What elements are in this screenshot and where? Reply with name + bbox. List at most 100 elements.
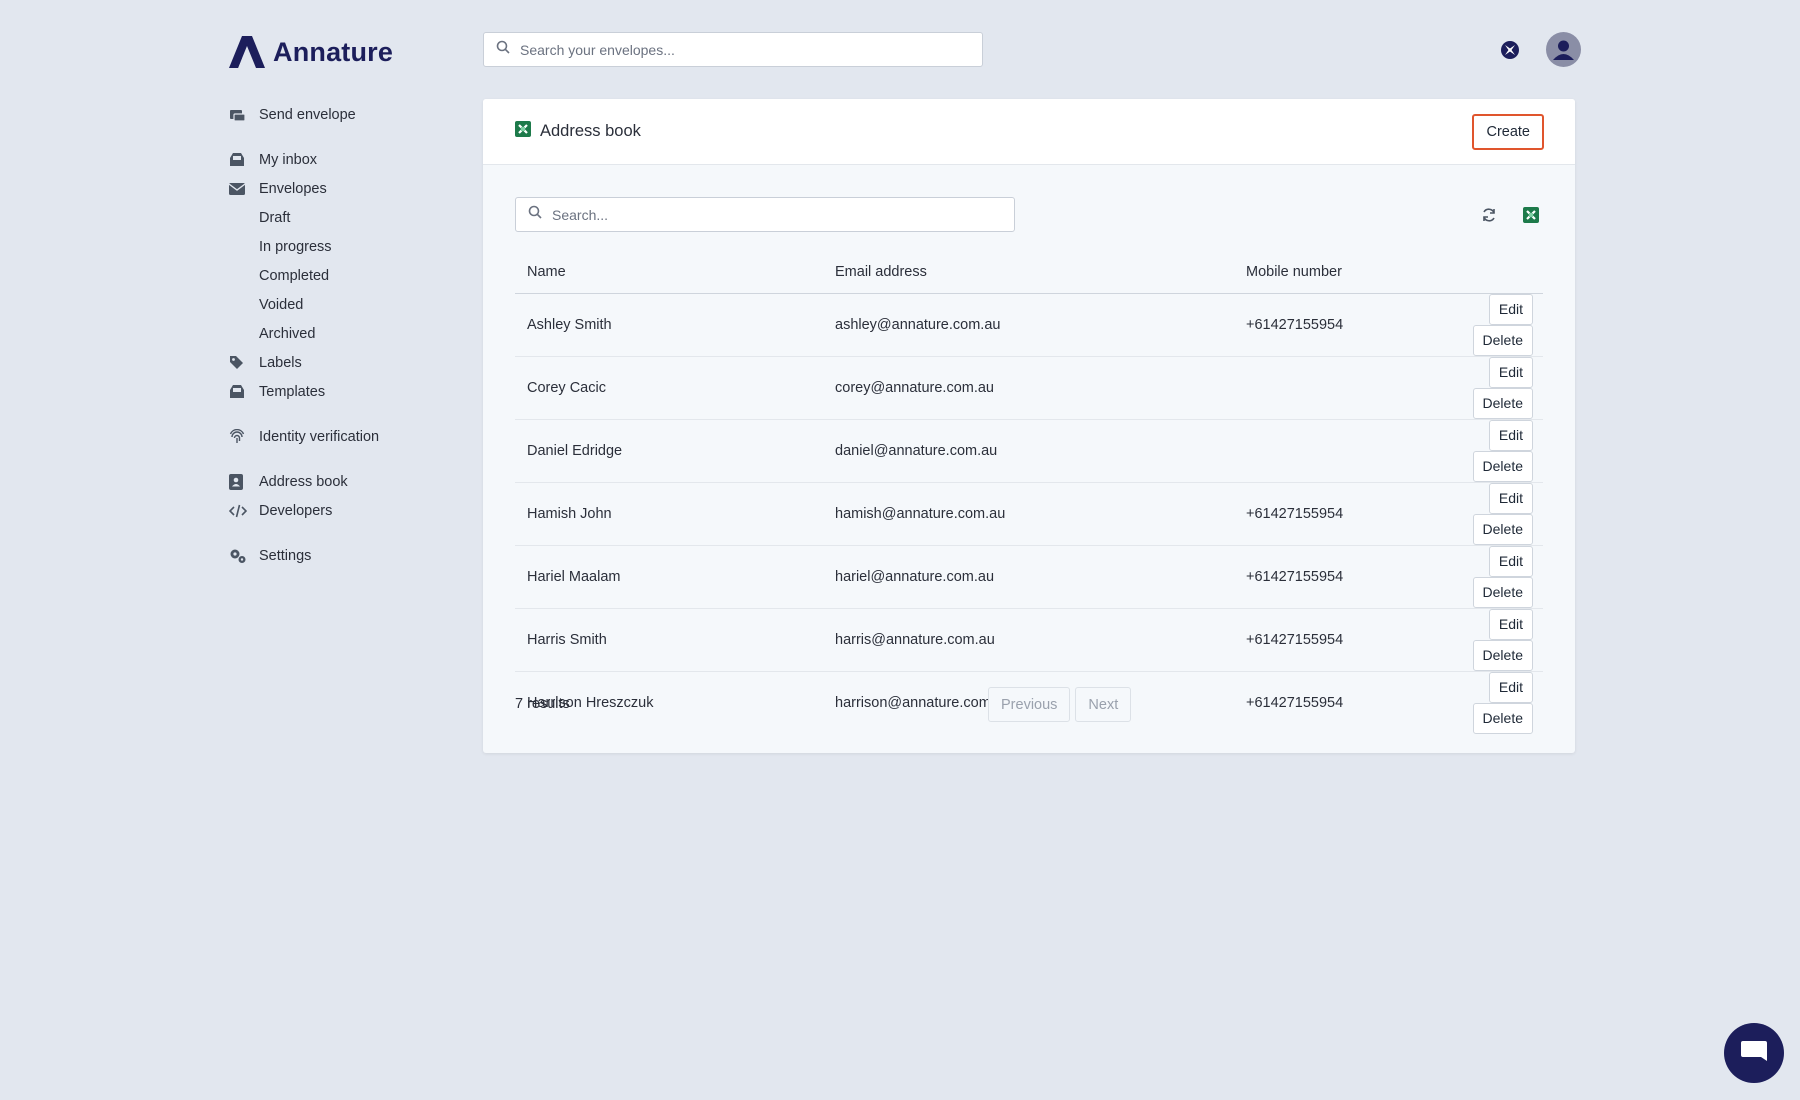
sidebar-item-label: Voided — [259, 296, 304, 313]
page-title-text: Address book — [540, 122, 641, 140]
sidebar-item-draft[interactable]: Draft — [229, 203, 459, 232]
sidebar-item-send-envelope[interactable]: Send envelope — [229, 100, 459, 129]
contact-mobile: +61427155954 — [1234, 608, 1413, 672]
contact-mobile — [1234, 356, 1413, 420]
sidebar-item-my-inbox[interactable]: My inbox — [229, 145, 459, 174]
contact-mobile: +61427155954 — [1234, 545, 1413, 609]
row-actions: EditDelete — [1413, 419, 1543, 483]
sidebar-item-label: Send envelope — [259, 106, 356, 123]
edit-button[interactable]: Edit — [1488, 545, 1533, 577]
delete-button[interactable]: Delete — [1472, 513, 1533, 545]
table-row: Corey Cacic corey@annature.com.au EditDele… — [515, 356, 1543, 420]
send-envelope-icon — [229, 107, 259, 122]
address-search-input[interactable] — [552, 206, 1014, 223]
contact-mobile — [1234, 419, 1413, 483]
sidebar-item-label: Completed — [259, 267, 330, 284]
sidebar-item-address-book[interactable]: Address book — [229, 467, 459, 496]
sidebar-item-label: Identity verification — [259, 428, 380, 445]
templates-icon — [229, 384, 259, 399]
table-row: Hamish John hamish@annature.com.au +614271… — [515, 482, 1543, 546]
sidebar-item-label: Archived — [259, 325, 316, 342]
table-row: Ashley Smith ashley@annature.com.au +61427… — [515, 293, 1543, 357]
contact-name: Hamish John — [515, 482, 823, 546]
row-actions: EditDelete — [1413, 608, 1543, 672]
column-header-actions — [1413, 252, 1543, 294]
sidebar-item-in-progress[interactable]: In progress — [229, 232, 459, 261]
address-search[interactable] — [515, 197, 1015, 232]
sidebar-item-archived[interactable]: Archived — [229, 319, 459, 348]
excel-icon — [515, 121, 531, 142]
avatar[interactable] — [1546, 32, 1581, 67]
contact-name: Ashley Smith — [515, 293, 823, 357]
delete-button[interactable]: Delete — [1472, 324, 1533, 356]
compass-icon[interactable] — [1498, 38, 1522, 62]
refresh-icon[interactable] — [1477, 203, 1501, 227]
row-actions: EditDelete — [1413, 482, 1543, 546]
inbox-icon — [229, 152, 259, 167]
edit-button[interactable]: Edit — [1488, 482, 1533, 514]
table-footer: 7 results Previous Next — [515, 687, 1543, 722]
delete-button[interactable]: Delete — [1472, 387, 1533, 419]
contact-email: hariel@annature.com.au — [823, 545, 1234, 609]
delete-button[interactable]: Delete — [1472, 450, 1533, 482]
edit-button[interactable]: Edit — [1488, 293, 1533, 325]
search-icon — [528, 205, 542, 224]
edit-button[interactable]: Edit — [1488, 356, 1533, 388]
contact-name: Daniel Edridge — [515, 419, 823, 483]
table-body: Ashley Smith ashley@annature.com.au +61427… — [515, 293, 1543, 734]
sidebar-item-templates[interactable]: Templates — [229, 377, 459, 406]
envelope-search[interactable] — [483, 32, 983, 67]
chat-button[interactable] — [1724, 1023, 1784, 1083]
sidebar-item-voided[interactable]: Voided — [229, 290, 459, 319]
results-count: 7 results — [515, 696, 570, 712]
row-actions: EditDelete — [1413, 545, 1543, 609]
contact-email: corey@annature.com.au — [823, 356, 1234, 420]
column-header-name[interactable]: Name — [515, 252, 823, 294]
fingerprint-icon — [229, 428, 259, 445]
annature-logo-icon — [229, 36, 265, 68]
delete-button[interactable]: Delete — [1472, 576, 1533, 608]
excel-export-icon[interactable] — [1519, 203, 1543, 227]
envelope-search-input[interactable] — [520, 41, 982, 58]
sidebar-item-envelopes[interactable]: Envelopes — [229, 174, 459, 203]
edit-button[interactable]: Edit — [1488, 608, 1533, 640]
sidebar-item-label: Labels — [259, 354, 302, 371]
table-row: Daniel Edridge daniel@annature.com.au Edit… — [515, 419, 1543, 483]
toolbar-icons — [1477, 203, 1543, 227]
sidebar-item-label: Settings — [259, 547, 312, 564]
top-right-actions — [1498, 32, 1581, 67]
logo[interactable]: Annature — [229, 36, 393, 68]
create-button[interactable]: Create — [1472, 113, 1544, 150]
column-header-mobile[interactable]: Mobile number — [1234, 252, 1413, 294]
sidebar-item-label: Draft — [259, 209, 291, 226]
edit-button[interactable]: Edit — [1488, 419, 1533, 451]
tag-icon — [229, 355, 259, 370]
table-row: Harris Smith harris@annature.com.au +61427… — [515, 608, 1543, 672]
sidebar-item-identity-verification[interactable]: Identity verification — [229, 422, 459, 451]
address-book-icon — [229, 473, 259, 490]
sidebar-item-label: Templates — [259, 383, 326, 400]
sidebar-item-settings[interactable]: Settings — [229, 541, 459, 570]
sidebar-item-completed[interactable]: Completed — [229, 261, 459, 290]
table-header-row: Name Email address Mobile number — [515, 252, 1543, 294]
previous-button[interactable]: Previous — [988, 687, 1071, 722]
sidebar: Send envelope My inbox Envelopes Draft I… — [229, 100, 459, 570]
row-actions: EditDelete — [1413, 356, 1543, 420]
contact-email: harris@annature.com.au — [823, 608, 1234, 672]
table-row: Hariel Maalam hariel@annature.com.au +6142… — [515, 545, 1543, 609]
column-header-email[interactable]: Email address — [823, 252, 1234, 294]
sidebar-item-labels[interactable]: Labels — [229, 348, 459, 377]
sidebar-item-label: Address book — [259, 473, 348, 490]
next-button[interactable]: Next — [1075, 687, 1132, 722]
contact-name: Hariel Maalam — [515, 545, 823, 609]
contact-mobile: +61427155954 — [1234, 293, 1413, 357]
envelope-icon — [229, 182, 259, 195]
pagination: Previous Next — [988, 687, 1132, 722]
address-book-card: Address book Create Search... Name Email… — [483, 99, 1575, 753]
gears-icon — [229, 548, 259, 564]
sidebar-item-label: Envelopes — [259, 180, 327, 197]
sidebar-item-developers[interactable]: Developers — [229, 496, 459, 525]
delete-button[interactable]: Delete — [1472, 639, 1533, 671]
contact-email: ashley@annature.com.au — [823, 293, 1234, 357]
contact-name: Harris Smith — [515, 608, 823, 672]
